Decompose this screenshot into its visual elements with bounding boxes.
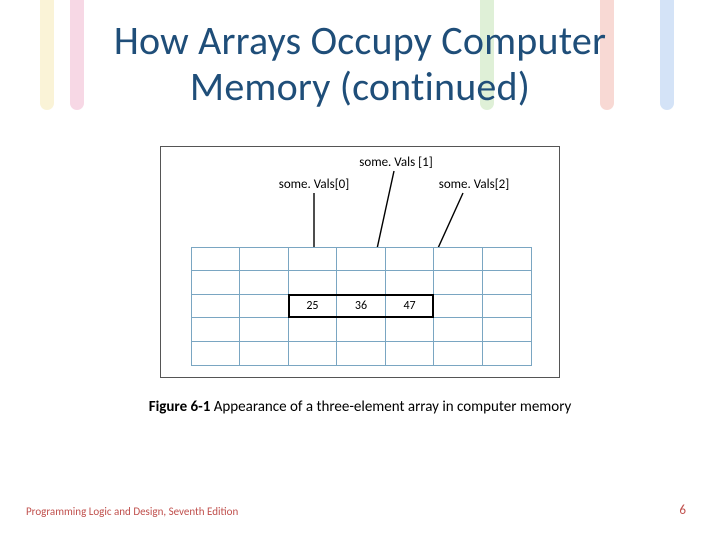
grid-cell bbox=[288, 317, 338, 342]
grid-cell bbox=[433, 341, 483, 366]
page-number: 6 bbox=[679, 503, 686, 518]
grid-cell bbox=[385, 317, 435, 342]
grid-cell bbox=[239, 317, 289, 342]
array-cell: 47 bbox=[385, 294, 435, 319]
grid-cell bbox=[239, 341, 289, 366]
grid-cell bbox=[433, 247, 483, 272]
grid-cell bbox=[433, 317, 483, 342]
grid-cell bbox=[239, 294, 289, 319]
grid-cell bbox=[385, 341, 435, 366]
grid-cell bbox=[482, 247, 532, 272]
grid-cell bbox=[288, 270, 338, 295]
array-cell: 36 bbox=[336, 294, 386, 319]
grid-cell bbox=[385, 270, 435, 295]
footer-book-title: Programming Logic and Design, Seventh Ed… bbox=[26, 505, 238, 518]
grid-cell bbox=[336, 270, 386, 295]
figure-number: Figure 6-1 bbox=[149, 398, 211, 416]
array-cell: 25 bbox=[288, 294, 338, 319]
grid-cell bbox=[385, 247, 435, 272]
grid-cell bbox=[191, 317, 241, 342]
grid-cell bbox=[336, 341, 386, 366]
array-label-2: some. Vals[2] bbox=[429, 177, 519, 192]
grid-cell bbox=[482, 341, 532, 366]
grid-cell bbox=[288, 341, 338, 366]
grid-cell bbox=[433, 294, 483, 319]
grid-cell bbox=[239, 247, 289, 272]
figure-box: some. Vals [1] some. Vals[0] some. Vals[… bbox=[160, 146, 560, 378]
grid-cell bbox=[482, 294, 532, 319]
grid-cell bbox=[191, 247, 241, 272]
memory-grid: 25 36 47 bbox=[191, 247, 531, 365]
figure-caption-text: Appearance of a three-element array in c… bbox=[210, 398, 571, 416]
grid-cell bbox=[191, 341, 241, 366]
grid-cell bbox=[482, 270, 532, 295]
grid-cell bbox=[239, 270, 289, 295]
figure-caption: Figure 6-1 Appearance of a three-element… bbox=[0, 398, 720, 416]
grid-cell bbox=[191, 294, 241, 319]
grid-cell bbox=[433, 270, 483, 295]
grid-cell bbox=[336, 317, 386, 342]
grid-cell bbox=[482, 317, 532, 342]
slide-title: How Arrays Occupy Computer Memory (conti… bbox=[0, 0, 720, 110]
grid-cell bbox=[288, 247, 338, 272]
array-label-1: some. Vals [1] bbox=[351, 155, 441, 170]
array-label-0: some. Vals[0] bbox=[269, 177, 359, 192]
grid-cell bbox=[336, 247, 386, 272]
grid-cell bbox=[191, 270, 241, 295]
